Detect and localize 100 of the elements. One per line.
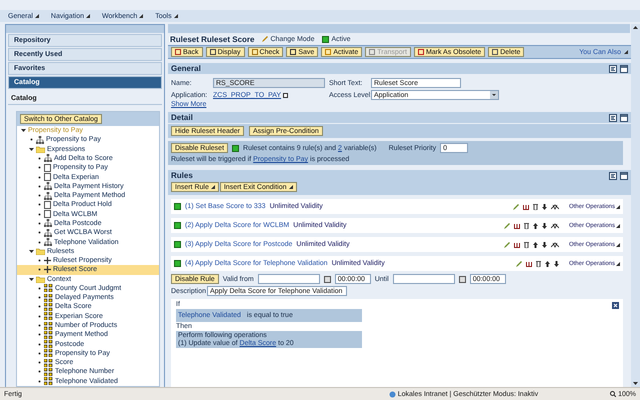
pencil-icon[interactable]: [512, 204, 519, 210]
toolbar-icon: [418, 49, 424, 55]
bullet-icon: [29, 137, 34, 142]
pencil-icon[interactable]: [516, 260, 522, 266]
bullet-icon: [37, 184, 42, 189]
toolbar-icon: [492, 49, 498, 55]
trash-icon[interactable]: [524, 242, 529, 248]
element-icon: [44, 302, 53, 311]
bullet-icon: [37, 156, 42, 161]
bullet-icon: [37, 378, 42, 384]
bullet-icon: [37, 323, 42, 328]
element-icon: [44, 294, 53, 302]
close-icon[interactable]: [612, 302, 619, 309]
bullet-icon: [37, 220, 42, 226]
status-icon: [322, 36, 330, 42]
expanded-icon[interactable]: [21, 128, 26, 134]
bullet-icon: [37, 174, 42, 180]
collapse-icon[interactable]: [620, 114, 628, 122]
pencil-icon[interactable]: [504, 222, 510, 228]
bullet-icon: [37, 193, 42, 198]
caret-icon: [624, 50, 628, 54]
status-icon: [174, 222, 181, 229]
trash-icon[interactable]: [532, 204, 538, 210]
toolbar-icon: [369, 49, 376, 55]
caret-icon: [616, 224, 620, 228]
collapse-icon[interactable]: [620, 172, 628, 180]
down-arrow-icon[interactable]: [542, 242, 547, 248]
element-icon: [44, 377, 53, 386]
bullet-icon: [37, 212, 42, 217]
caret-icon: [86, 14, 90, 18]
folder-icon: [36, 146, 45, 153]
element-icon: [44, 349, 53, 358]
expanded-icon[interactable]: [29, 276, 34, 282]
bullet-icon: [37, 240, 42, 245]
calendar-icon[interactable]: [458, 276, 466, 282]
copy-icon[interactable]: [522, 204, 529, 210]
collapse-icon[interactable]: [620, 64, 628, 72]
toolbar-icon: [290, 49, 296, 55]
hierarchy-icon: [44, 154, 52, 162]
trash-icon[interactable]: [524, 222, 529, 228]
bullet-icon: [37, 165, 42, 170]
caret-icon: [174, 14, 178, 18]
bullet-icon: [37, 267, 42, 272]
status-icon: [174, 241, 181, 248]
bullet-icon: [37, 304, 42, 310]
page-title: Ruleset Ruleset Score: [170, 34, 254, 44]
copy-icon[interactable]: [526, 260, 532, 266]
calendar-icon[interactable]: [324, 276, 331, 282]
caret-icon: [288, 185, 293, 189]
bullet-icon: [37, 286, 42, 291]
caret-icon: [616, 242, 620, 246]
trash-icon[interactable]: [536, 260, 541, 266]
caret-icon: [139, 14, 144, 18]
down-arrow-icon[interactable]: [542, 204, 547, 210]
bullet-icon: [37, 369, 42, 374]
pencil-icon: [262, 36, 268, 42]
element-icon: [44, 368, 53, 376]
scroll-up-icon[interactable]: [631, 24, 640, 31]
copy-icon[interactable]: [514, 242, 520, 248]
expanded-icon[interactable]: [29, 146, 34, 152]
up-arrow-icon[interactable]: [532, 222, 538, 228]
element-icon: [44, 330, 53, 339]
element-icon: [44, 312, 53, 320]
section-header: General: [168, 63, 631, 74]
plus-icon: [44, 266, 51, 274]
status-icon: [174, 203, 181, 210]
element-icon: [44, 284, 53, 292]
bullet-icon: [37, 295, 42, 300]
expanded-icon[interactable]: [29, 248, 34, 254]
caret-icon: [616, 204, 620, 208]
caret-icon: [34, 14, 39, 18]
status-icon: [232, 144, 240, 152]
bullet-icon: [37, 332, 42, 338]
toolbar-icon: [252, 49, 258, 55]
section-menu-icon[interactable]: [609, 172, 617, 180]
date-field[interactable]: [392, 274, 455, 284]
folder-icon: [36, 248, 45, 255]
toolbar-icon: [325, 49, 332, 55]
scrollbar[interactable]: [631, 24, 640, 387]
caret-icon: [210, 185, 215, 189]
section-menu-icon[interactable]: [609, 114, 617, 122]
element-icon: [44, 322, 53, 330]
bullet-icon: [37, 350, 42, 356]
pencil-icon[interactable]: [504, 242, 510, 248]
up-arrow-icon[interactable]: [544, 260, 550, 266]
caret-icon: [616, 262, 620, 266]
bullet-icon: [37, 314, 42, 319]
bullet-icon: [37, 360, 42, 366]
date-field[interactable]: [258, 274, 320, 284]
dropdown-icon: [490, 91, 498, 99]
copy-icon[interactable]: [514, 222, 520, 228]
down-arrow-icon[interactable]: [554, 260, 559, 266]
up-arrow-icon[interactable]: [532, 242, 538, 248]
hierarchy-icon: [36, 136, 44, 144]
bullet-icon: [37, 258, 42, 264]
status-icon: [174, 260, 181, 267]
down-arrow-icon[interactable]: [542, 222, 547, 228]
toolbar-icon: [175, 49, 181, 55]
bullet-icon: [37, 342, 42, 347]
section-menu-icon[interactable]: [609, 64, 617, 72]
